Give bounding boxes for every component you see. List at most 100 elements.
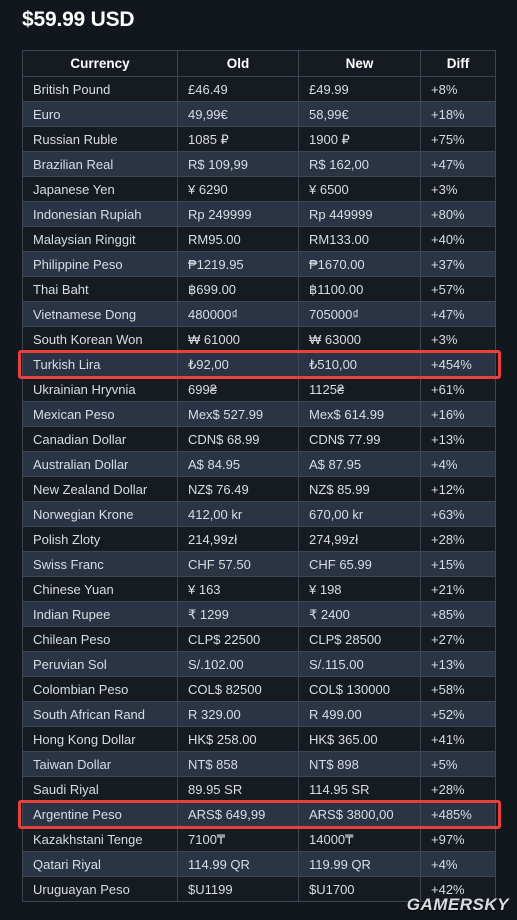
cell-diff: +4% <box>420 851 496 877</box>
cell-old-price: 1085 ₽ <box>177 126 299 152</box>
cell-old-price: COL$ 82500 <box>177 676 299 702</box>
table-row: South Korean Won ₩ 61000 ₩ 63000 +3% <box>22 326 496 352</box>
table-row: Turkish Lira ₺92,00 ₺510,00 +454% <box>22 351 496 377</box>
cell-new-price: Mex$ 614.99 <box>298 401 421 427</box>
cell-diff: +3% <box>420 176 496 202</box>
table-header-row: Currency Old New Diff <box>22 50 496 77</box>
cell-old-price: HK$ 258.00 <box>177 726 299 752</box>
cell-new-price: 119.99 QR <box>298 851 421 877</box>
cell-diff: +4% <box>420 451 496 477</box>
table-body: British Pound £46.49 £49.99 +8% Euro 49,99€ 58… <box>22 76 496 902</box>
cell-currency: Ukrainian Hryvnia <box>22 376 178 402</box>
cell-currency: Uruguayan Peso <box>22 876 178 902</box>
cell-diff: +28% <box>420 776 496 802</box>
table-row: Chilean Peso CLP$ 22500 CLP$ 28500 +27% <box>22 626 496 652</box>
cell-old-price: CLP$ 22500 <box>177 626 299 652</box>
cell-new-price: ₱1670.00 <box>298 251 421 277</box>
cell-old-price: 7100₸ <box>177 826 299 852</box>
cell-diff: +13% <box>420 651 496 677</box>
column-header-diff: Diff <box>420 50 496 77</box>
cell-new-price: ₹ 2400 <box>298 601 421 627</box>
cell-old-price: 114.99 QR <box>177 851 299 877</box>
table-row: Saudi Riyal 89.95 SR 114.95 SR +28% <box>22 776 496 802</box>
cell-currency: Kazakhstani Tenge <box>22 826 178 852</box>
cell-new-price: ARS$ 3800,00 <box>298 801 421 827</box>
table-row: Polish Zloty 214,99zł 274,99zł +28% <box>22 526 496 552</box>
cell-new-price: R$ 162,00 <box>298 151 421 177</box>
cell-new-price: NT$ 898 <box>298 751 421 777</box>
table-row: Argentine Peso ARS$ 649,99 ARS$ 3800,00 +48… <box>22 801 496 827</box>
cell-old-price: $U1199 <box>177 876 299 902</box>
cell-new-price: ₩ 63000 <box>298 326 421 352</box>
cell-new-price: 1125₴ <box>298 376 421 402</box>
cell-currency: South African Rand <box>22 701 178 727</box>
cell-currency: Australian Dollar <box>22 451 178 477</box>
cell-new-price: HK$ 365.00 <box>298 726 421 752</box>
cell-old-price: NT$ 858 <box>177 751 299 777</box>
cell-new-price: 705000₫ <box>298 301 421 327</box>
cell-new-price: ₺510,00 <box>298 351 421 377</box>
cell-currency: Qatari Riyal <box>22 851 178 877</box>
cell-new-price: COL$ 130000 <box>298 676 421 702</box>
cell-currency: Euro <box>22 101 178 127</box>
cell-new-price: £49.99 <box>298 76 421 102</box>
cell-currency: Russian Ruble <box>22 126 178 152</box>
cell-new-price: Rp 449999 <box>298 201 421 227</box>
cell-new-price: R 499.00 <box>298 701 421 727</box>
cell-diff: +18% <box>420 101 496 127</box>
cell-currency: Swiss Franc <box>22 551 178 577</box>
cell-diff: +47% <box>420 151 496 177</box>
cell-old-price: Mex$ 527.99 <box>177 401 299 427</box>
cell-currency: Chinese Yuan <box>22 576 178 602</box>
cell-currency: Brazilian Real <box>22 151 178 177</box>
cell-diff: +5% <box>420 751 496 777</box>
cell-old-price: Rp 249999 <box>177 201 299 227</box>
cell-old-price: NZ$ 76.49 <box>177 476 299 502</box>
cell-old-price: CHF 57.50 <box>177 551 299 577</box>
table-row: Kazakhstani Tenge 7100₸ 14000₸ +97% <box>22 826 496 852</box>
cell-old-price: RM95.00 <box>177 226 299 252</box>
cell-old-price: ¥ 6290 <box>177 176 299 202</box>
cell-new-price: 1900 ₽ <box>298 126 421 152</box>
cell-old-price: ₱1219.95 <box>177 251 299 277</box>
cell-diff: +85% <box>420 601 496 627</box>
cell-currency: Malaysian Ringgit <box>22 226 178 252</box>
cell-currency: Turkish Lira <box>22 351 178 377</box>
cell-currency: Thai Baht <box>22 276 178 302</box>
cell-new-price: ฿1100.00 <box>298 276 421 302</box>
cell-diff: +13% <box>420 426 496 452</box>
cell-diff: +80% <box>420 201 496 227</box>
cell-old-price: 480000₫ <box>177 301 299 327</box>
cell-currency: British Pound <box>22 76 178 102</box>
table-row: Malaysian Ringgit RM95.00 RM133.00 +40% <box>22 226 496 252</box>
cell-currency: Hong Kong Dollar <box>22 726 178 752</box>
table-row: Ukrainian Hryvnia 699₴ 1125₴ +61% <box>22 376 496 402</box>
cell-diff: +21% <box>420 576 496 602</box>
table-row: Brazilian Real R$ 109,99 R$ 162,00 +47% <box>22 151 496 177</box>
cell-currency: Colombian Peso <box>22 676 178 702</box>
table-row: Colombian Peso COL$ 82500 COL$ 130000 +58% <box>22 676 496 702</box>
price-comparison-page: $59.99 USD Currency Old New Diff British… <box>0 0 517 920</box>
cell-new-price: 14000₸ <box>298 826 421 852</box>
cell-new-price: ¥ 198 <box>298 576 421 602</box>
cell-currency: New Zealand Dollar <box>22 476 178 502</box>
table-row: Australian Dollar A$ 84.95 A$ 87.95 +4% <box>22 451 496 477</box>
cell-old-price: £46.49 <box>177 76 299 102</box>
cell-old-price: ₹ 1299 <box>177 601 299 627</box>
cell-currency: Japanese Yen <box>22 176 178 202</box>
cell-new-price: NZ$ 85.99 <box>298 476 421 502</box>
cell-old-price: A$ 84.95 <box>177 451 299 477</box>
cell-new-price: A$ 87.95 <box>298 451 421 477</box>
cell-currency: Indian Rupee <box>22 601 178 627</box>
table-row: Philippine Peso ₱1219.95 ₱1670.00 +37% <box>22 251 496 277</box>
cell-old-price: 412,00 kr <box>177 501 299 527</box>
cell-new-price: 58,99€ <box>298 101 421 127</box>
cell-diff: +61% <box>420 376 496 402</box>
table-row: New Zealand Dollar NZ$ 76.49 NZ$ 85.99 +12% <box>22 476 496 502</box>
cell-old-price: 89.95 SR <box>177 776 299 802</box>
table-row: Vietnamese Dong 480000₫ 705000₫ +47% <box>22 301 496 327</box>
cell-old-price: 214,99zł <box>177 526 299 552</box>
cell-old-price: S/.102.00 <box>177 651 299 677</box>
cell-old-price: R$ 109,99 <box>177 151 299 177</box>
table-row: Mexican Peso Mex$ 527.99 Mex$ 614.99 +16% <box>22 401 496 427</box>
